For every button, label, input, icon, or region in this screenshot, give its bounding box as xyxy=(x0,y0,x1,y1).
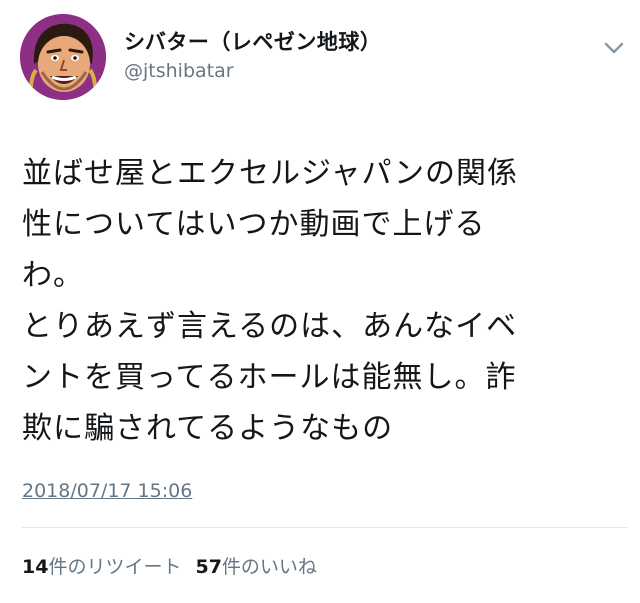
tweet-stats: 14件のリツイート 57件のいいね xyxy=(22,552,317,579)
tweet-text-line: ントを買ってるホールは能無し。詐 xyxy=(22,360,517,395)
avatar-illustration xyxy=(20,14,106,100)
retweet-count: 14 xyxy=(22,556,49,578)
tweet-text: 並ばせ屋とエクセルジャパンの関係 性についてはいつか動画で上げる わ。 とりあえ… xyxy=(22,148,622,454)
tweet-text-line: 並ばせ屋とエクセルジャパンの関係 xyxy=(22,156,518,191)
chevron-down-icon[interactable] xyxy=(600,38,628,58)
tweet-header: シバター（レペゼン地球） @jtshibatar xyxy=(0,0,640,120)
like-label: 件のいいね xyxy=(221,556,317,578)
divider xyxy=(22,527,628,528)
retweet-stat[interactable]: 14件のリツイート xyxy=(22,556,181,578)
user-handle[interactable]: @jtshibatar xyxy=(124,60,234,82)
tweet-timestamp[interactable]: 2018/07/17 15:06 xyxy=(22,480,192,502)
like-stat[interactable]: 57件のいいね xyxy=(195,556,316,578)
like-count: 57 xyxy=(195,556,222,578)
tweet-card: シバター（レペゼン地球） @jtshibatar 並ばせ屋とエクセルジャパンの関… xyxy=(0,0,640,603)
tweet-text-line: わ。 xyxy=(22,258,84,293)
user-avatar[interactable] xyxy=(20,14,106,100)
tweet-text-line: 欺に騙されてるようなもの xyxy=(22,411,394,446)
display-name[interactable]: シバター（レペゼン地球） xyxy=(124,26,381,56)
tweet-text-line: 性についてはいつか動画で上げる xyxy=(22,207,486,242)
tweet-text-line: とりあえず言えるのは、あんなイベ xyxy=(22,309,518,344)
retweet-label: 件のリツイート xyxy=(48,556,182,578)
